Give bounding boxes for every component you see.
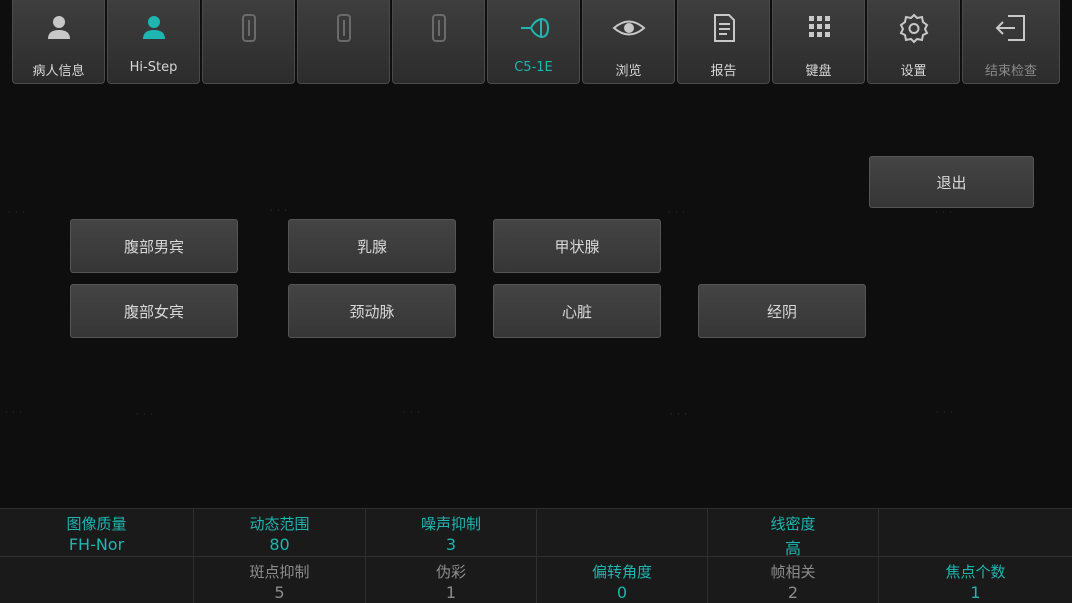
- preset-cardiac-button[interactable]: 心脏: [493, 284, 661, 338]
- exit-button[interactable]: 退出: [869, 156, 1034, 208]
- param-value: 0: [616, 583, 628, 602]
- param-speckle-reduction[interactable]: 斑点抑制 5: [193, 557, 365, 603]
- hi-step-button[interactable]: Hi-Step: [107, 0, 200, 84]
- exit-arrow-icon: [963, 10, 1059, 46]
- probe-slot-3-button[interactable]: [392, 0, 485, 84]
- preset-breast-button[interactable]: 乳腺: [288, 219, 456, 273]
- param-dynamic-range[interactable]: 动态范围 80: [193, 509, 365, 556]
- report-label: 报告: [710, 64, 737, 79]
- preset-abdomen-male-button[interactable]: 腹部男宾: [70, 219, 238, 273]
- param-value: 5: [274, 583, 285, 602]
- probe-c5-1e-label: C5-1E: [514, 60, 553, 75]
- settings-button[interactable]: 设置: [867, 0, 960, 84]
- end-exam-button[interactable]: 结束检查: [962, 0, 1060, 84]
- preset-abdomen-female-button[interactable]: 腹部女宾: [70, 284, 238, 338]
- keyboard-button[interactable]: 键盘: [772, 0, 865, 84]
- probe-slot-1-button[interactable]: [202, 0, 295, 84]
- param-line-density[interactable]: 线密度 高: [707, 509, 878, 558]
- person-icon: [13, 10, 104, 46]
- param-name: 斑点抑制: [249, 563, 310, 581]
- param-name: 噪声抑制: [420, 515, 481, 533]
- decorative-dots: · · ·: [670, 410, 688, 419]
- report-button[interactable]: 报告: [677, 0, 770, 84]
- probe-slot-icon: [393, 10, 484, 46]
- decorative-dots: · · ·: [5, 408, 23, 417]
- param-pseudo-color[interactable]: 伪彩 1: [365, 557, 536, 603]
- person-teal-icon: [108, 10, 199, 46]
- param-name: 伪彩: [435, 563, 466, 581]
- param-value: FH-Nor: [68, 535, 125, 554]
- decorative-dots: · · ·: [136, 410, 154, 419]
- decorative-dots: · · ·: [270, 206, 288, 215]
- browse-button[interactable]: 浏览: [582, 0, 675, 84]
- probe-c5-1e-button[interactable]: C5-1E: [487, 0, 580, 84]
- decorative-dots: · · ·: [403, 408, 421, 417]
- param-empty-slot: [878, 509, 1072, 556]
- param-name: 焦点个数: [945, 563, 1006, 581]
- param-value: 3: [445, 535, 457, 554]
- param-name: 动态范围: [249, 515, 310, 533]
- param-name: 偏转角度: [591, 563, 652, 581]
- probe-slot-icon: [298, 10, 389, 46]
- end-exam-label: 结束检查: [984, 64, 1037, 79]
- keyboard-label: 键盘: [805, 64, 832, 79]
- preset-transvaginal-button[interactable]: 经阴: [698, 284, 866, 338]
- param-image-quality[interactable]: 图像质量 FH-Nor: [0, 509, 193, 556]
- decorative-dots: · · ·: [8, 208, 26, 217]
- convex-probe-icon: [488, 10, 579, 46]
- top-toolbar: 病人信息 Hi-Step C5-1E 浏览 报告 键盘 设置 结束检查: [0, 0, 1072, 86]
- preset-carotid-button[interactable]: 颈动脉: [288, 284, 456, 338]
- param-noise-reduction[interactable]: 噪声抑制 3: [365, 509, 536, 556]
- param-empty-slot: [0, 557, 193, 603]
- param-frame-correlation[interactable]: 帧相关 2: [707, 557, 878, 603]
- patient-info-button[interactable]: 病人信息: [12, 0, 105, 84]
- param-name: 帧相关: [770, 563, 816, 581]
- param-value: 1: [970, 583, 981, 602]
- param-value: 1: [445, 583, 457, 602]
- param-value: 2: [787, 583, 799, 602]
- param-name: 图像质量: [66, 515, 127, 533]
- patient-info-label: 病人信息: [32, 64, 85, 79]
- gear-icon: [868, 10, 959, 46]
- probe-slot-2-button[interactable]: [297, 0, 390, 84]
- param-name: 线密度: [770, 515, 816, 533]
- decorative-dots: · · ·: [936, 408, 954, 417]
- settings-label: 设置: [900, 64, 927, 79]
- probe-slot-icon: [203, 10, 294, 46]
- hi-step-label: Hi-Step: [129, 60, 178, 75]
- param-steer-angle[interactable]: 偏转角度 0: [536, 557, 707, 603]
- param-value: 80: [269, 535, 290, 554]
- keypad-icon: [773, 10, 864, 46]
- browse-label: 浏览: [615, 64, 642, 79]
- parameter-panel: 图像质量 FH-Nor 动态范围 80 噪声抑制 3 线密度 高 斑点抑制 5 …: [0, 508, 1072, 603]
- document-icon: [678, 10, 769, 46]
- eye-icon: [583, 10, 674, 46]
- decorative-dots: · · ·: [668, 208, 686, 217]
- decorative-dots: · · ·: [935, 208, 953, 217]
- param-empty-slot: [536, 509, 707, 556]
- param-focus-count[interactable]: 焦点个数 1: [878, 557, 1072, 603]
- preset-thyroid-button[interactable]: 甲状腺: [493, 219, 661, 273]
